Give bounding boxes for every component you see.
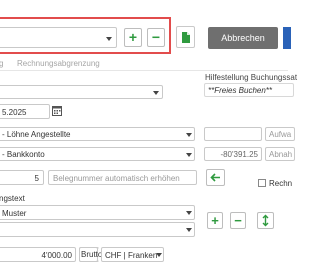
amount-value: 4'000.00 bbox=[41, 251, 72, 260]
rechnung-checkbox[interactable] bbox=[258, 179, 266, 187]
help-box: **Freies Buchen** bbox=[204, 83, 294, 97]
debit-type-placeholder: Aufwa bbox=[269, 130, 292, 139]
doc-number-input[interactable]: 5 bbox=[0, 170, 44, 185]
booking-text-select[interactable]: Muster bbox=[0, 205, 195, 220]
tab-rechnungsabgrenzung[interactable]: Rechnungsabgrenzung bbox=[17, 59, 100, 68]
gross-label: Brutto bbox=[81, 250, 103, 259]
tab-general[interactable]: g bbox=[0, 59, 3, 68]
calendar-icon[interactable] bbox=[52, 105, 62, 116]
doc-number-auto-input[interactable]: Belegnummer automatisch erhöhen bbox=[48, 170, 197, 185]
chevron-down-icon bbox=[153, 91, 159, 95]
credit-type-placeholder: Abnah bbox=[269, 150, 293, 159]
cancel-button-label: Abbrechen bbox=[221, 33, 265, 43]
highlight-box bbox=[0, 17, 171, 54]
document-icon[interactable] bbox=[176, 26, 195, 48]
arrow-left-icon[interactable] bbox=[206, 169, 225, 186]
save-button[interactable] bbox=[283, 27, 291, 49]
rechnung-checkbox-label: Rechn bbox=[269, 179, 293, 188]
doc-number-placeholder: Belegnummer automatisch erhöhen bbox=[53, 174, 180, 183]
booking-text-value: Muster bbox=[2, 209, 27, 218]
chevron-down-icon bbox=[186, 153, 192, 157]
sort-icon[interactable] bbox=[257, 212, 274, 229]
debit-account-value: - Löhne Angestellte bbox=[2, 130, 71, 139]
chevron-down-icon bbox=[186, 133, 192, 137]
add-line-button[interactable]: + bbox=[207, 212, 223, 229]
chevron-down-icon bbox=[156, 253, 162, 257]
debit-amount-input[interactable] bbox=[204, 127, 262, 141]
credit-type-input[interactable]: Abnah bbox=[265, 147, 295, 161]
date-input[interactable]: 5.2025 bbox=[0, 104, 50, 119]
currency-value: CHF | Franken bbox=[105, 251, 158, 260]
credit-amount-input[interactable]: -80'391.25 bbox=[204, 147, 262, 161]
help-title: Hilfestellung Buchungssat bbox=[205, 73, 298, 82]
date-value: 5.2025 bbox=[2, 108, 27, 117]
credit-account-value: - Bankkonto bbox=[2, 150, 45, 159]
amount-input[interactable]: 4'000.00 bbox=[0, 247, 76, 262]
tab-divider bbox=[0, 70, 288, 71]
remove-line-button[interactable]: − bbox=[230, 212, 246, 229]
cancel-button[interactable]: Abbrechen bbox=[208, 27, 278, 49]
credit-amount-value: -80'391.25 bbox=[220, 150, 258, 159]
credit-account-select[interactable]: - Bankkonto bbox=[0, 147, 195, 161]
help-value: **Freies Buchen** bbox=[208, 86, 273, 95]
doc-number-value: 5 bbox=[34, 174, 39, 183]
booking-text-extra-select[interactable] bbox=[0, 222, 195, 237]
chevron-down-icon bbox=[186, 228, 192, 232]
debit-type-input[interactable]: Aufwa bbox=[265, 127, 295, 141]
currency-select[interactable]: CHF | Franken bbox=[101, 247, 164, 262]
booking-text-label: ngstext bbox=[0, 194, 25, 203]
debit-account-select[interactable]: - Löhne Angestellte bbox=[0, 127, 195, 141]
posting-type-select[interactable] bbox=[0, 85, 163, 99]
chevron-down-icon bbox=[186, 211, 192, 215]
